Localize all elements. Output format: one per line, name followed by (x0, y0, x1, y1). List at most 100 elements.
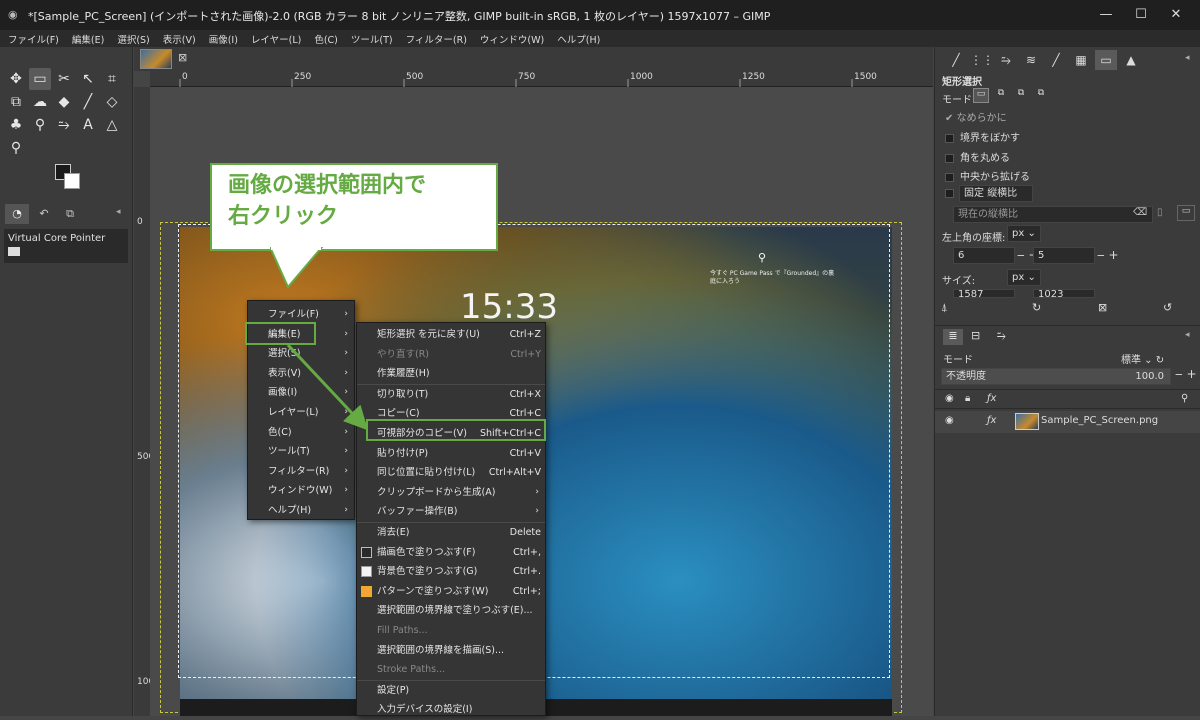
histogram-tab-icon[interactable]: ▲ (1120, 50, 1142, 70)
edit-history[interactable]: 作業履歴(H) (357, 364, 545, 384)
search-layers-icon[interactable]: ⚲ (1181, 393, 1188, 404)
ctx-item-tools[interactable]: ツール(T) › (248, 442, 354, 462)
menu-colors[interactable]: 色(C) (306, 30, 343, 46)
channels-tab2-icon[interactable]: ⊟ (971, 329, 980, 342)
menu-select[interactable]: 選択(S) (109, 30, 154, 46)
position-x-input[interactable]: 6 (953, 247, 1015, 264)
background-color-swatch[interactable] (64, 173, 80, 189)
paths-tab2-icon[interactable]: ⥲ (997, 329, 1006, 343)
crop-tool-icon[interactable]: ⌗ (101, 68, 123, 90)
warp-tool-icon[interactable]: ☁ (29, 91, 51, 113)
edit-fill-bg[interactable]: 背景色で塗りつぶす(G) Ctrl+. (357, 562, 545, 582)
edit-paste-in-place[interactable]: 同じ位置に貼り付け(L) Ctrl+Alt+V (357, 463, 545, 483)
edit-input-devices[interactable]: 入力デバイスの設定(I) (357, 700, 545, 720)
feather-checkbox[interactable] (945, 133, 954, 143)
save-preset-icon[interactable]: ⍋ (941, 301, 948, 315)
reset-options-icon[interactable]: ↺ (1163, 301, 1172, 314)
clone-tool-icon[interactable]: ♣ (5, 114, 27, 136)
image-tab-thumbnail[interactable] (140, 49, 172, 69)
fixed-dropdown[interactable]: 固定 縦横比 ⌄ (959, 185, 1033, 214)
edit-fill-paths[interactable]: Fill Paths... (357, 621, 545, 641)
menu-help[interactable]: ヘルプ(H) (549, 30, 605, 46)
layers-menu-icon[interactable]: ◂ (1185, 330, 1190, 340)
menu-image[interactable]: 画像(I) (201, 30, 243, 46)
layer-effects-icon[interactable]: ƒx (987, 415, 996, 426)
close-button[interactable]: ✕ (1167, 6, 1185, 24)
edit-preferences[interactable]: 設定(P) (357, 681, 545, 701)
grid-tab-icon[interactable]: ⋮⋮ (970, 50, 994, 70)
position-y-input[interactable]: 5 (1033, 247, 1095, 264)
layer-mode-dropdown[interactable]: 標準 ⌄ ↻ (1121, 351, 1164, 366)
edit-cut[interactable]: 切り取り(T) Ctrl+X (357, 385, 545, 405)
close-tab-icon[interactable]: ⊠ (178, 51, 187, 64)
rect-tab-icon[interactable]: ▭ (1095, 50, 1117, 70)
feather-option[interactable]: 境界をぼかす (945, 129, 1020, 144)
clear-field-icon[interactable]: ⌫ (1133, 207, 1147, 218)
measure-tool-icon[interactable]: △ (101, 114, 123, 136)
menu-edit[interactable]: 編集(E) (64, 30, 109, 46)
transform-tool-icon[interactable]: ⧉ (5, 91, 27, 113)
ctx-item-filters[interactable]: フィルター(R) › (248, 462, 354, 482)
dock-menu-icon[interactable]: ◂ (1185, 53, 1190, 63)
current-ratio-field[interactable]: 現在の縦横比 (953, 206, 1153, 223)
layer-visibility-icon[interactable]: ◉ (945, 415, 954, 426)
ratio-lock-icon[interactable]: ▯ (1157, 207, 1163, 218)
size-h-input[interactable]: 1023 (1033, 289, 1095, 298)
text-tool-icon[interactable]: A (77, 114, 99, 136)
tool-options-tab-icon[interactable]: ╱ (945, 50, 967, 70)
edit-stroke-selection[interactable]: 選択範囲の境界線を描画(S)... (357, 641, 545, 661)
opacity-slider[interactable]: 不透明度 100.0 (941, 368, 1171, 385)
antialias-option[interactable]: ✔ なめらかに (945, 109, 1007, 124)
rounded-checkbox[interactable] (945, 153, 954, 163)
rect-select-tool-icon[interactable]: ▭ (29, 68, 51, 90)
mode-intersect-icon[interactable]: ⧉ (1033, 88, 1049, 103)
channels-tab-icon[interactable]: ≋ (1020, 50, 1042, 70)
maximize-button[interactable]: ☐ (1132, 6, 1150, 24)
edit-redo[interactable]: やり直す(R) Ctrl+Y (357, 345, 545, 365)
position-y-stepper[interactable]: ‒ + (1097, 248, 1119, 262)
mode-replace-icon[interactable]: ▭ (973, 88, 989, 103)
mode-add-icon[interactable]: ⧉ (993, 88, 1009, 103)
ctx-item-help[interactable]: ヘルプ(H) › (248, 501, 354, 521)
opacity-stepper[interactable]: ‒ + (1175, 367, 1197, 381)
edit-fill-pattern[interactable]: パターンで塗りつぶす(W) Ctrl+; (357, 582, 545, 602)
edit-undo[interactable]: 矩形選択 を元に戻す(U) Ctrl+Z (357, 325, 545, 345)
restore-preset-icon[interactable]: ↻ (1032, 301, 1041, 314)
pattern-tab-icon[interactable]: ▦ (1070, 50, 1092, 70)
edit-paste[interactable]: 貼り付け(P) Ctrl+V (357, 444, 545, 464)
bucket-fill-tool-icon[interactable]: ◆ (53, 91, 75, 113)
edit-clear[interactable]: 消去(E) Delete (357, 523, 545, 543)
paintbrush-tool-icon[interactable]: ╱ (77, 91, 99, 113)
fixed-checkbox[interactable] (945, 188, 954, 198)
zoom-tool-icon[interactable]: ⚲ (5, 137, 27, 159)
fuzzy-select-tool-icon[interactable]: ↖ (77, 68, 99, 90)
menu-file[interactable]: ファイル(F) (0, 30, 64, 46)
smudge-tool-icon[interactable]: ⚲ (29, 114, 51, 136)
rounded-option[interactable]: 角を丸める (945, 149, 1010, 164)
brush-tab-icon[interactable]: ╱ (1045, 50, 1067, 70)
menu-view[interactable]: 表示(V) (155, 30, 201, 46)
mode-subtract-icon[interactable]: ⧉ (1013, 88, 1029, 103)
edit-paste-as[interactable]: クリップボードから生成(A) › (357, 483, 545, 503)
delete-preset-icon[interactable]: ⊠ (1098, 301, 1107, 314)
minimize-button[interactable]: — (1097, 6, 1115, 24)
move-tool-icon[interactable]: ✥ (5, 68, 27, 90)
layer-row[interactable]: ◉ ƒx Sample_PC_Screen.png (935, 411, 1200, 433)
undo-history-tab-icon[interactable]: ↶ (33, 204, 55, 224)
device-status-tab-icon[interactable]: ◔ (5, 204, 29, 224)
fixed-option[interactable] (945, 188, 960, 199)
edit-fill-fg[interactable]: 描画色で塗りつぶす(F) Ctrl+, (357, 543, 545, 563)
paths-tool-icon[interactable]: ⥲ (53, 114, 75, 136)
menu-filters[interactable]: フィルター(R) (398, 30, 472, 46)
size-unit-dropdown[interactable]: px ⌄ (1007, 269, 1041, 286)
menu-windows[interactable]: ウィンドウ(W) (472, 30, 549, 46)
layers-tab-icon[interactable]: ≣ (943, 329, 963, 345)
images-tab-icon[interactable]: ⧉ (59, 204, 81, 224)
eraser-tool-icon[interactable]: ◇ (101, 91, 123, 113)
expand-center-option[interactable]: 中央から拡げる (945, 168, 1030, 183)
menu-layer[interactable]: レイヤー(L) (243, 30, 306, 46)
edit-buffer[interactable]: バッファー操作(B) › (357, 502, 545, 522)
panel-menu-icon[interactable]: ◂ (116, 207, 121, 217)
paths-tab-icon[interactable]: ⥲ (995, 50, 1017, 70)
position-unit-dropdown[interactable]: px ⌄ (1007, 225, 1041, 242)
